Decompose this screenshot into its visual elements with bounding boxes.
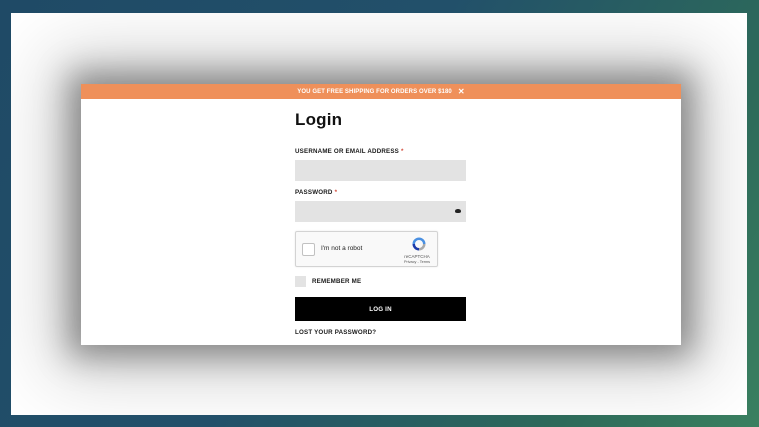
password-label: PASSWORD * bbox=[295, 189, 467, 196]
browser-frame: YOU GET FREE SHIPPING FOR ORDERS OVER $1… bbox=[11, 13, 747, 415]
lost-password-link[interactable]: LOST YOUR PASSWORD? bbox=[295, 329, 467, 336]
page-title: Login bbox=[295, 110, 343, 129]
close-icon[interactable]: ✕ bbox=[458, 87, 465, 96]
promo-text: YOU GET FREE SHIPPING FOR ORDERS OVER $1… bbox=[297, 88, 452, 95]
recaptcha-logo-icon bbox=[412, 237, 426, 251]
remember-me-checkbox[interactable] bbox=[295, 276, 306, 287]
recaptcha-links[interactable]: Privacy - Terms bbox=[402, 260, 432, 264]
username-label: USERNAME OR EMAIL ADDRESS * bbox=[295, 148, 467, 155]
promo-banner: YOU GET FREE SHIPPING FOR ORDERS OVER $1… bbox=[81, 84, 681, 99]
login-page: YOU GET FREE SHIPPING FOR ORDERS OVER $1… bbox=[81, 84, 681, 345]
password-input[interactable] bbox=[295, 201, 466, 222]
username-label-text: USERNAME OR EMAIL ADDRESS bbox=[295, 148, 400, 155]
login-button[interactable]: LOG IN bbox=[295, 297, 466, 321]
recaptcha-checkbox[interactable] bbox=[302, 243, 315, 256]
password-label-text: PASSWORD bbox=[295, 189, 333, 196]
username-input[interactable] bbox=[295, 160, 466, 181]
required-marker: * bbox=[334, 189, 338, 196]
login-form: Login USERNAME OR EMAIL ADDRESS * PASSWOR… bbox=[295, 110, 467, 336]
remember-me-label: REMEMBER ME bbox=[312, 278, 362, 285]
recaptcha-brand: reCAPTCHA bbox=[404, 254, 430, 259]
recaptcha-widget: I'm not a robot reCAPTCHA Privacy - Term… bbox=[295, 231, 438, 267]
remember-me-row: REMEMBER ME bbox=[295, 276, 467, 287]
recaptcha-label: I'm not a robot bbox=[321, 245, 363, 252]
required-marker: * bbox=[401, 148, 404, 155]
show-password-icon[interactable] bbox=[455, 209, 461, 213]
